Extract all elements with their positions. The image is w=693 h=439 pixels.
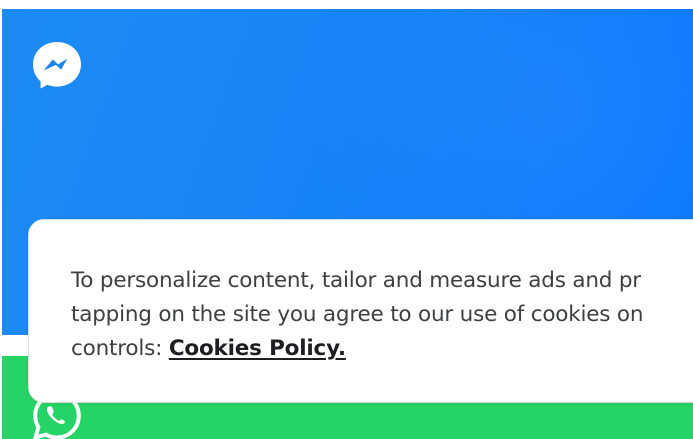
cookie-message: To personalize content, tailor and measu… — [71, 264, 693, 366]
messenger-icon — [31, 40, 83, 90]
cookie-message-line-2: tapping on the site you agree to our use… — [71, 302, 644, 327]
cookie-message-line-3-prefix: controls: — [71, 336, 169, 361]
cookie-message-line-3: controls: Cookies Policy. — [71, 332, 693, 366]
cookie-message-line-1: To personalize content, tailor and measu… — [71, 268, 641, 293]
page: To personalize content, tailor and measu… — [0, 0, 693, 439]
cookie-consent-banner: To personalize content, tailor and measu… — [28, 219, 693, 403]
cookies-policy-link[interactable]: Cookies Policy. — [169, 336, 346, 361]
